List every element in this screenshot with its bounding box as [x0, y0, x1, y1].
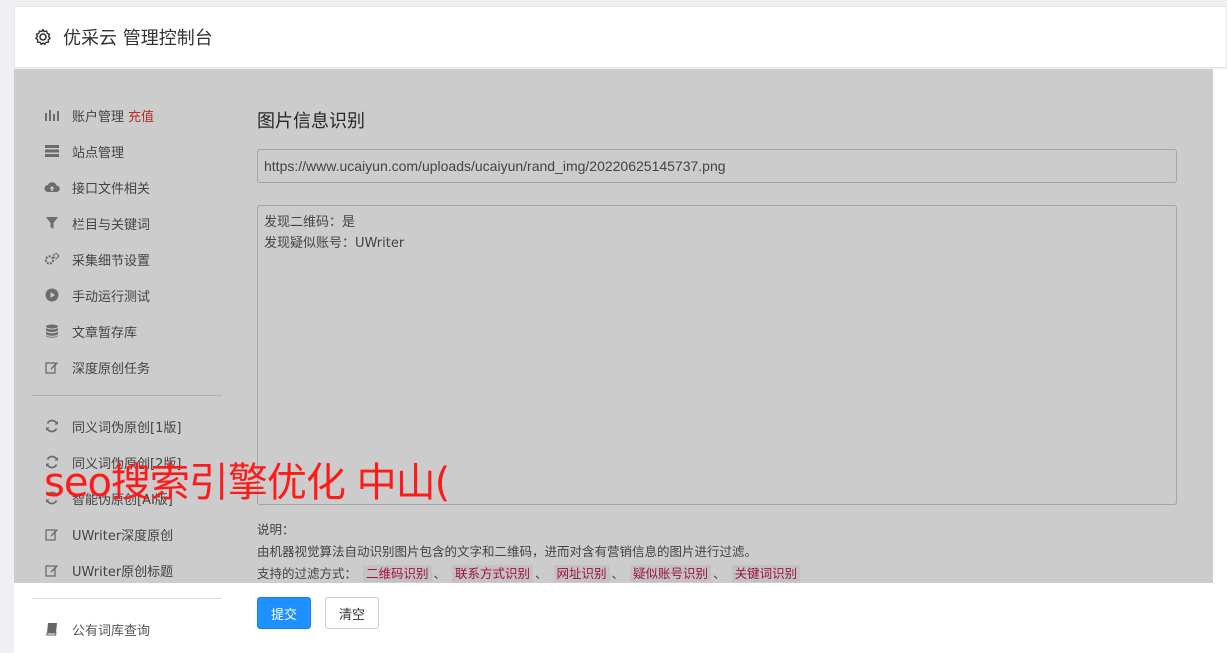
sidebar-item-interface[interactable]: 接口文件相关 — [32, 169, 222, 205]
result-line: 发现二维码：是 — [264, 215, 356, 230]
main-panel: 账户管理 充值 站点管理 接口文件相关 栏目与关键词 采集细节设置 手动运行测试… — [14, 69, 1227, 653]
sidebar-item-label: 同义词伪原创[1版] — [72, 420, 182, 436]
database-icon — [44, 323, 60, 339]
sidebar-item-label: 公有词库查询 — [72, 623, 151, 639]
content-area: 图片信息识别 发现二维码：是 发现疑似账号：UWriter 说明： 由机器视觉算… — [257, 107, 1177, 629]
page: 优采云 管理控制台 账户管理 充值 站点管理 接口文件相关 栏目与关键词 采集细… — [0, 0, 1227, 653]
sidebar-divider — [32, 395, 222, 396]
submit-button[interactable]: 提交 — [257, 597, 311, 629]
method-account: 疑似账号识别 — [630, 565, 712, 582]
method-qrcode: 二维码识别 — [363, 565, 432, 582]
edit-icon — [44, 359, 60, 375]
sidebar-item-collect-settings[interactable]: 采集细节设置 — [32, 241, 222, 277]
separator: 、 — [433, 566, 447, 581]
sidebar-item-public-lexicon[interactable]: 公有词库查询 — [32, 611, 222, 647]
sidebar-item-label: 手动运行测试 — [72, 289, 151, 305]
sidebar-item-label: 采集细节设置 — [72, 253, 151, 269]
filter-icon — [44, 215, 60, 231]
recharge-link[interactable]: 充值 — [128, 106, 154, 125]
sidebar-item-label: 文章暂存库 — [72, 325, 138, 341]
sidebar-item-label: 站点管理 — [72, 145, 125, 161]
method-keyword: 关键词识别 — [731, 565, 801, 582]
sidebar-item-keywords[interactable]: 栏目与关键词 — [32, 205, 222, 241]
filter-methods-label: 支持的过滤方式： — [257, 566, 358, 581]
sidebar-item-label: 接口文件相关 — [72, 181, 151, 197]
method-url: 网址识别 — [553, 565, 610, 582]
play-circle-icon — [44, 287, 60, 303]
book-icon — [44, 621, 60, 637]
filter-methods: 支持的过滤方式： 二维码识别、 联系方式识别、 网址识别、 疑似账号识别、 关键… — [257, 563, 1177, 585]
app-title: 优采云 管理控制台 — [63, 28, 213, 49]
separator: 、 — [713, 566, 726, 581]
refresh-icon — [44, 418, 60, 434]
sidebar-divider — [32, 598, 222, 599]
edit-icon — [44, 562, 60, 578]
edit-icon — [44, 526, 60, 542]
sidebar-item-uwriter-deep[interactable]: UWriter深度原创 — [32, 516, 222, 552]
image-url-input[interactable] — [257, 149, 1177, 183]
result-line: 发现疑似账号：UWriter — [264, 236, 405, 251]
header-bar: 优采云 管理控制台 — [14, 6, 1227, 68]
sidebar-item-uwriter-title[interactable]: UWriter原创标题 — [32, 552, 222, 588]
gear-icon — [35, 28, 51, 46]
server-icon — [44, 143, 60, 159]
page-title: 图片信息识别 — [257, 111, 365, 132]
cloud-upload-icon — [44, 179, 60, 195]
sidebar-item-label: 栏目与关键词 — [72, 217, 151, 233]
sidebar-item-label: UWriter深度原创 — [72, 528, 174, 544]
separator: 、 — [611, 566, 625, 581]
help-text: 说明： 由机器视觉算法自动识别图片包含的文字和二维码，进而对含有营销信息的图片进… — [257, 519, 1177, 585]
sidebar-item-label: UWriter原创标题 — [72, 564, 174, 580]
action-buttons: 提交 清空 — [257, 597, 1177, 629]
sidebar: 账户管理 充值 站点管理 接口文件相关 栏目与关键词 采集细节设置 手动运行测试… — [32, 97, 222, 647]
help-heading: 说明： — [257, 522, 295, 537]
sidebar-item-deep-original[interactable]: 深度原创任务 — [32, 349, 222, 385]
sidebar-item-article-store[interactable]: 文章暂存库 — [32, 313, 222, 349]
help-description: 由机器视觉算法自动识别图片包含的文字和二维码，进而对含有营销信息的图片进行过滤。 — [257, 544, 758, 559]
sidebar-item-label: 账户管理 — [72, 109, 125, 125]
clear-button[interactable]: 清空 — [325, 597, 379, 629]
sidebar-item-manual-test[interactable]: 手动运行测试 — [32, 277, 222, 313]
separator: 、 — [535, 566, 548, 581]
sidebar-item-sites[interactable]: 站点管理 — [32, 133, 222, 169]
sidebar-item-account[interactable]: 账户管理 充值 — [32, 97, 222, 133]
sidebar-item-synonym-v1[interactable]: 同义词伪原创[1版] — [32, 408, 222, 444]
watermark-text: seo搜索引擎优化 中山( — [44, 460, 450, 506]
method-contact: 联系方式识别 — [452, 565, 534, 582]
bar-chart-icon — [44, 107, 60, 123]
cogs-icon — [44, 251, 60, 267]
sidebar-item-label: 深度原创任务 — [72, 361, 151, 377]
